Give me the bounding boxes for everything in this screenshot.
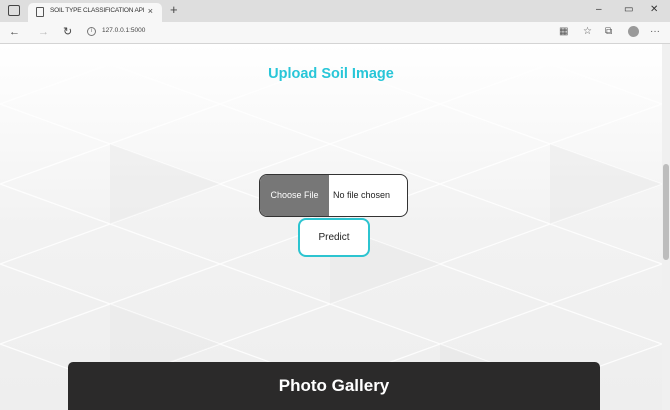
profile-avatar-icon[interactable] bbox=[628, 26, 639, 37]
choose-file-button[interactable]: Choose File bbox=[260, 175, 329, 216]
page-title: Upload Soil Image bbox=[268, 66, 394, 82]
site-info-icon[interactable]: i bbox=[87, 27, 96, 36]
browser-titlebar: SOIL TYPE CLASSIFICATION API × + – ▭ ✕ bbox=[0, 0, 670, 22]
back-icon[interactable]: ← bbox=[9, 25, 20, 39]
refresh-icon[interactable]: ↻ bbox=[63, 25, 72, 39]
page-icon bbox=[36, 7, 44, 17]
reader-view-icon[interactable]: ▦ bbox=[559, 25, 568, 39]
scrollbar-thumb[interactable] bbox=[663, 164, 669, 260]
url-field[interactable]: 127.0.0.1:5000 bbox=[102, 27, 145, 34]
more-menu-icon[interactable]: ··· bbox=[650, 25, 660, 39]
close-window-icon[interactable]: ✕ bbox=[650, 3, 658, 17]
browser-tab[interactable]: SOIL TYPE CLASSIFICATION API × bbox=[28, 3, 162, 22]
file-upload-input[interactable]: Choose File No file chosen bbox=[259, 174, 408, 217]
new-tab-icon[interactable]: + bbox=[170, 2, 178, 18]
tab-actions-icon[interactable] bbox=[8, 5, 20, 16]
favorite-icon[interactable]: ☆ bbox=[583, 25, 592, 39]
maximize-icon[interactable]: ▭ bbox=[624, 3, 633, 17]
tab-close-icon[interactable]: × bbox=[148, 6, 153, 16]
photo-gallery-header: Photo Gallery bbox=[68, 362, 600, 410]
collections-icon[interactable]: ⧉ bbox=[605, 25, 612, 39]
address-bar: ← → ↻ i 127.0.0.1:5000 ▦ ☆ ⧉ ··· bbox=[0, 22, 670, 44]
predict-button[interactable]: Predict bbox=[298, 218, 370, 257]
page-content: Upload Soil Image Choose File No file ch… bbox=[0, 44, 662, 410]
minimize-icon[interactable]: – bbox=[596, 3, 602, 17]
forward-icon[interactable]: → bbox=[38, 25, 49, 39]
file-status-text: No file chosen bbox=[333, 190, 391, 200]
tab-title: SOIL TYPE CLASSIFICATION API bbox=[50, 7, 145, 14]
page-scrollbar[interactable] bbox=[662, 44, 670, 410]
